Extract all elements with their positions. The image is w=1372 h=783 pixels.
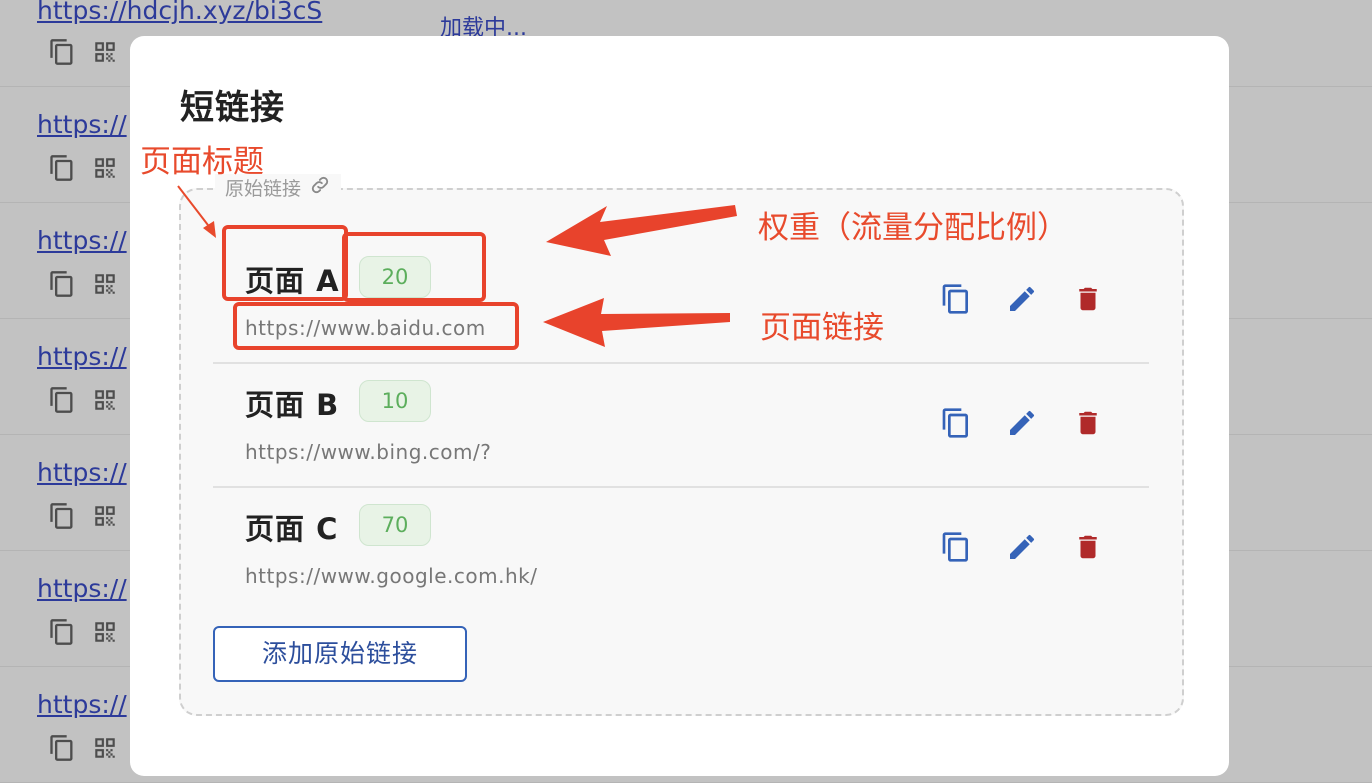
short-link[interactable]: https:// xyxy=(37,458,127,487)
qrcode-icon[interactable] xyxy=(92,619,118,649)
annotation-page-title: 页面标题 xyxy=(140,144,264,180)
page-title: 页面 B xyxy=(245,388,340,422)
qrcode-icon[interactable] xyxy=(92,155,118,185)
annotation-weight: 权重（流量分配比例） xyxy=(758,210,1068,246)
short-link[interactable]: https:// xyxy=(37,690,127,719)
qrcode-icon[interactable] xyxy=(92,735,118,765)
page-url: https://www.bing.com/? xyxy=(245,440,492,464)
copy-icon[interactable] xyxy=(48,732,76,768)
annotation-box-weight xyxy=(342,232,486,302)
short-link-dialog: 短链接 原始链接 页面 A 20 https://www.baidu.com 页… xyxy=(130,36,1229,776)
qrcode-icon[interactable] xyxy=(92,39,118,69)
original-link-item: 页面 B 10 https://www.bing.com/? xyxy=(213,362,1149,488)
copy-icon[interactable] xyxy=(48,384,76,420)
annotation-page-link: 页面链接 xyxy=(760,310,884,346)
page-url: https://www.google.com.hk/ xyxy=(245,564,538,588)
link-icon xyxy=(309,174,331,201)
qrcode-icon[interactable] xyxy=(92,503,118,533)
qrcode-icon[interactable] xyxy=(92,271,118,301)
copy-icon[interactable] xyxy=(48,500,76,536)
short-link[interactable]: https:// xyxy=(37,110,127,139)
copy-icon[interactable] xyxy=(937,528,975,566)
delete-icon[interactable] xyxy=(1069,280,1107,318)
add-original-link-button[interactable]: 添加原始链接 xyxy=(213,626,467,682)
qrcode-icon[interactable] xyxy=(92,387,118,417)
edit-icon[interactable] xyxy=(1003,280,1041,318)
delete-icon[interactable] xyxy=(1069,404,1107,442)
short-link[interactable]: https:// xyxy=(37,226,127,255)
weight-badge: 10 xyxy=(359,380,431,422)
copy-icon[interactable] xyxy=(48,616,76,652)
dialog-title: 短链接 xyxy=(180,88,285,128)
short-link[interactable]: https://hdcjh.xyz/bi3cS xyxy=(37,0,322,25)
copy-icon[interactable] xyxy=(937,404,975,442)
short-link[interactable]: https:// xyxy=(37,574,127,603)
delete-icon[interactable] xyxy=(1069,528,1107,566)
copy-icon[interactable] xyxy=(48,268,76,304)
copy-icon[interactable] xyxy=(937,280,975,318)
annotation-box-title xyxy=(222,225,348,301)
page-title: 页面 C xyxy=(245,512,339,546)
short-link[interactable]: https:// xyxy=(37,342,127,371)
copy-icon[interactable] xyxy=(48,152,76,188)
original-link-item: 页面 C 70 https://www.google.com.hk/ xyxy=(213,486,1149,610)
weight-badge: 70 xyxy=(359,504,431,546)
annotation-box-url xyxy=(233,302,519,350)
edit-icon[interactable] xyxy=(1003,528,1041,566)
copy-icon[interactable] xyxy=(48,36,76,72)
edit-icon[interactable] xyxy=(1003,404,1041,442)
